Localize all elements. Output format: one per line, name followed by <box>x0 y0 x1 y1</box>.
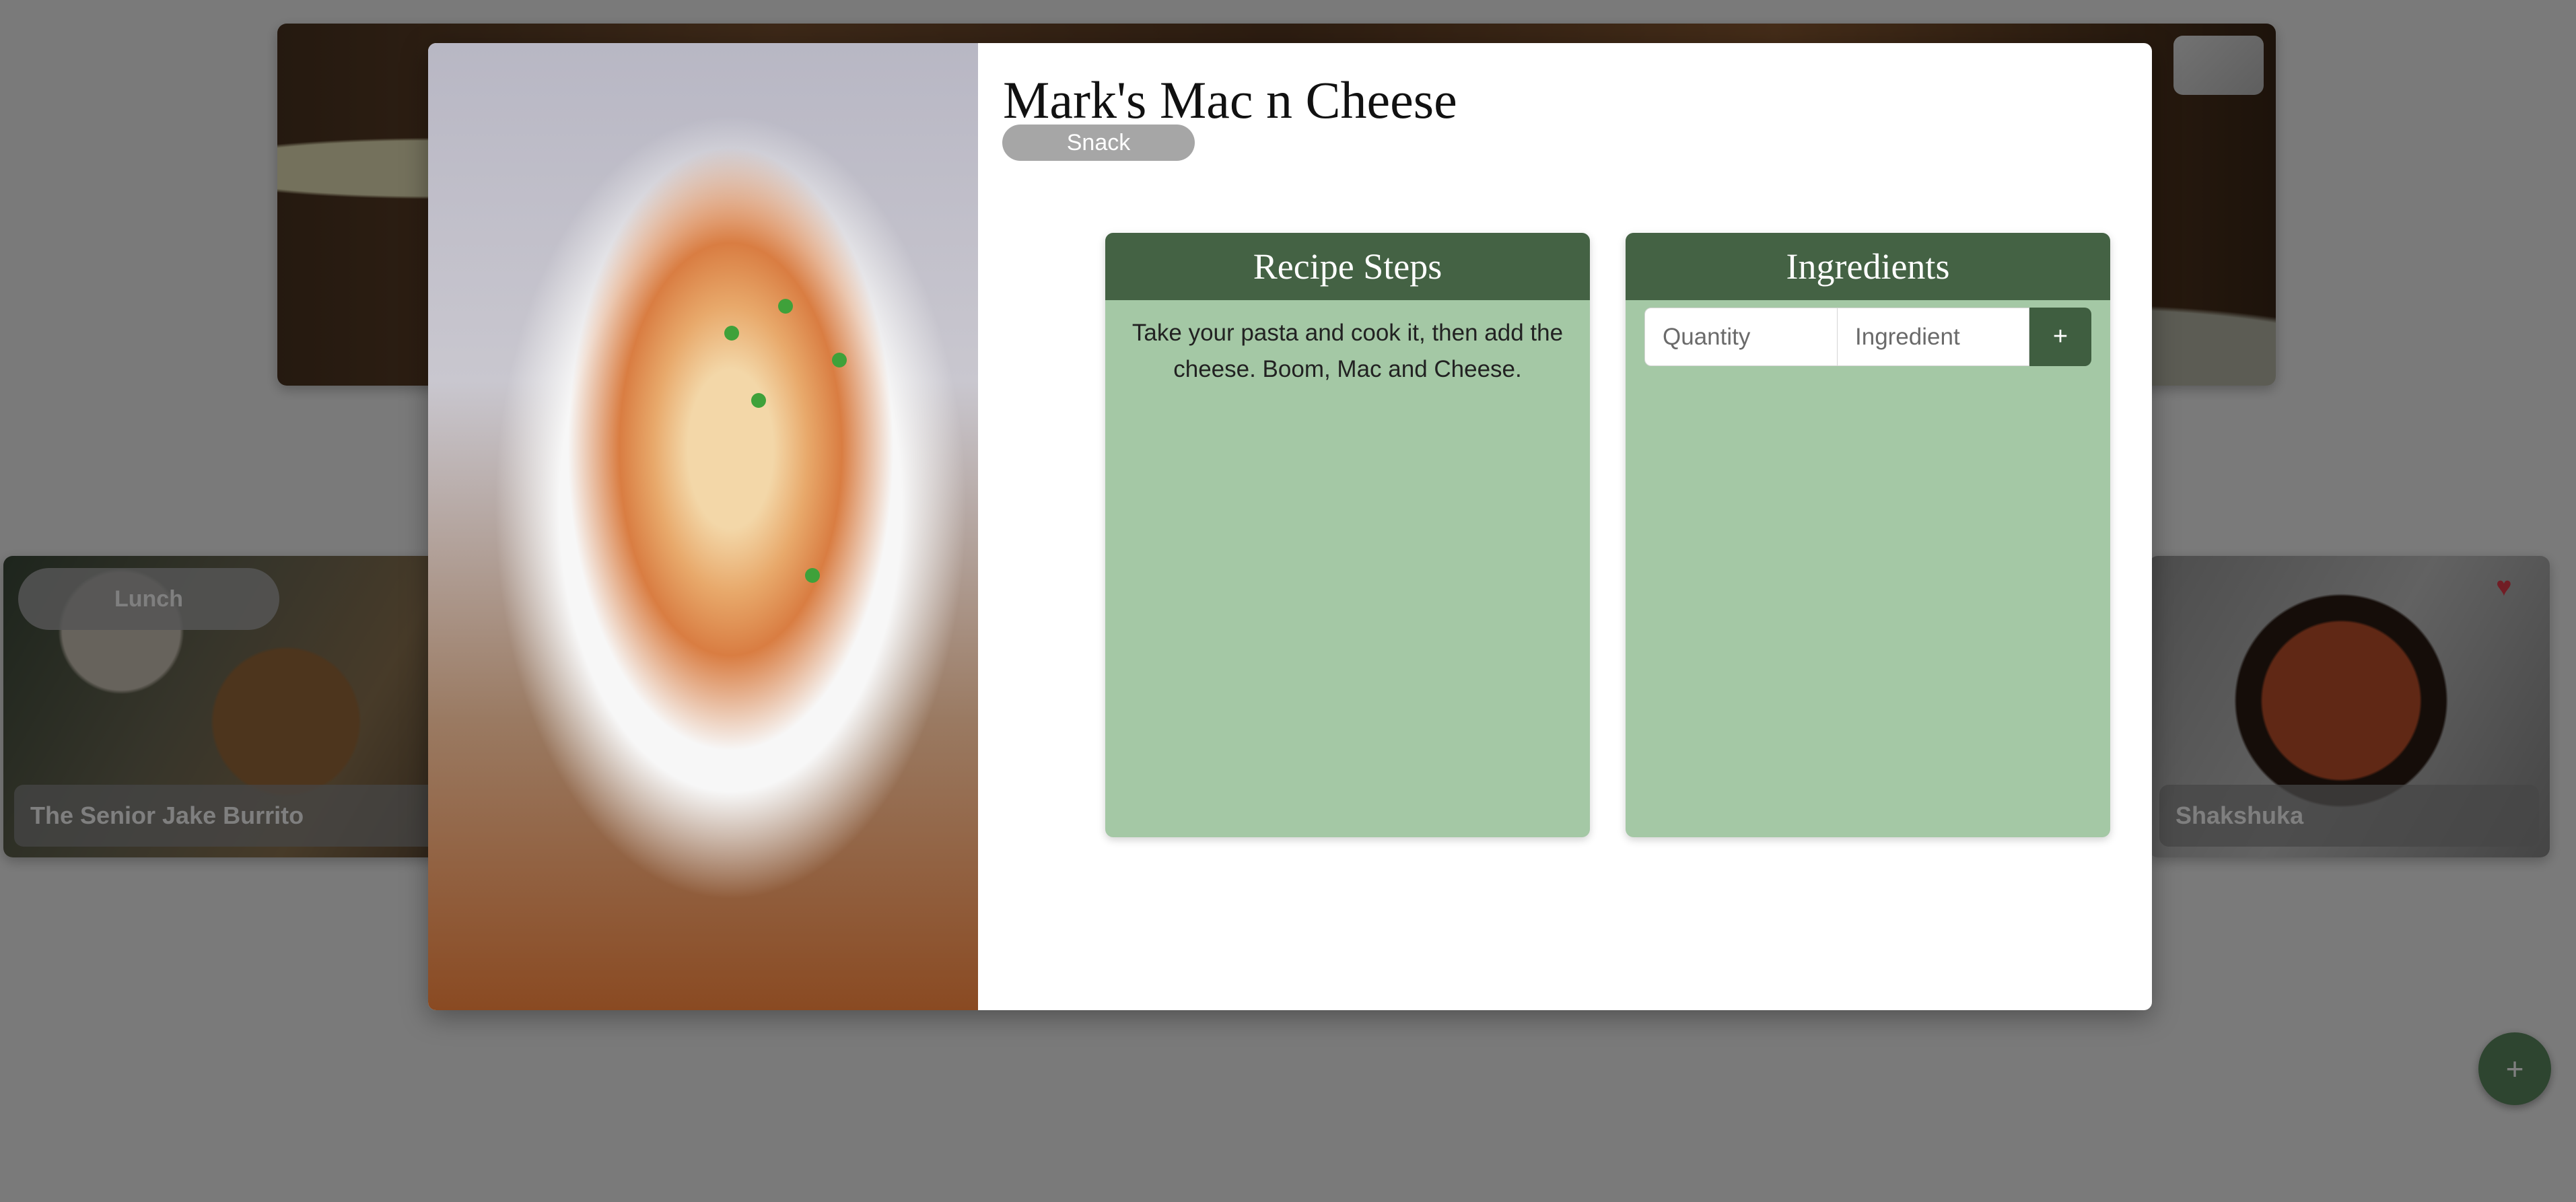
garnish-mark <box>832 353 847 367</box>
ingredient-input[interactable] <box>1838 308 2029 366</box>
recipe-steps-text: Take your pasta and cook it, then add th… <box>1132 320 1564 382</box>
recipe-image <box>428 43 978 1010</box>
garnish-mark <box>805 568 820 583</box>
ingredients-panel: Ingredients + <box>1626 233 2110 837</box>
add-ingredient-form: + <box>1644 308 2091 366</box>
quantity-input[interactable] <box>1644 308 1838 366</box>
panel-header: Ingredients <box>1626 233 2110 300</box>
panel-header: Recipe Steps <box>1105 233 1590 300</box>
recipe-steps-panel: Recipe Steps Take your pasta and cook it… <box>1105 233 1590 837</box>
recipe-details: Mark's Mac n Cheese Snack Recipe Steps T… <box>978 43 2152 1010</box>
recipe-title: Mark's Mac n Cheese <box>1003 71 1457 129</box>
recipe-modal: Mark's Mac n Cheese Snack Recipe Steps T… <box>428 43 2152 1010</box>
add-ingredient-button[interactable]: + <box>2029 308 2091 366</box>
garnish-mark <box>724 326 739 341</box>
category-badge: Snack <box>1002 125 1195 161</box>
garnish-mark <box>751 393 766 408</box>
garnish-mark <box>778 299 793 314</box>
